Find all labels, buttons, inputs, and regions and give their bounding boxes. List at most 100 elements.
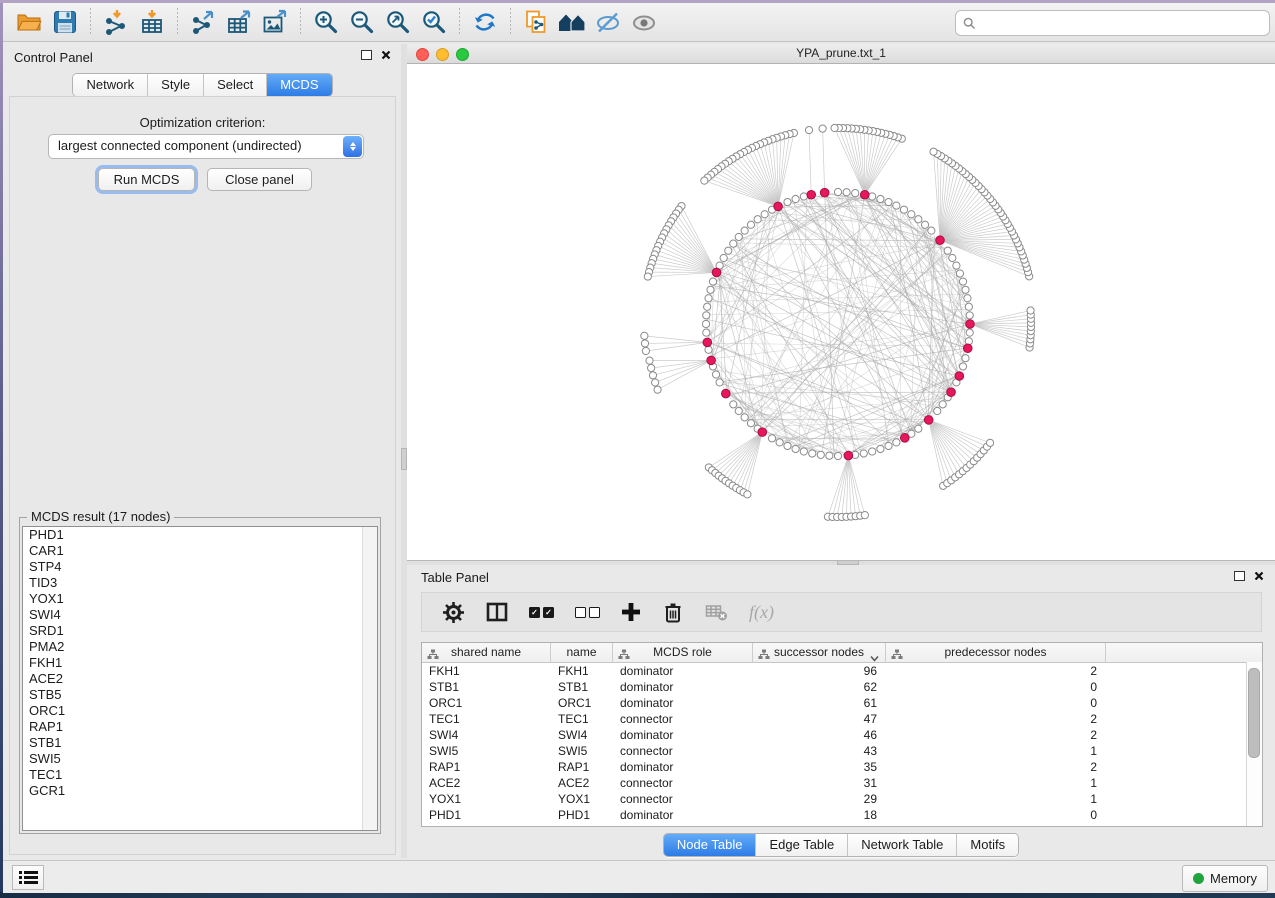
mcds-result-item[interactable]: STB1 [23, 735, 377, 751]
network-node[interactable] [965, 303, 972, 310]
network-node[interactable] [702, 320, 709, 327]
network-node[interactable] [654, 386, 661, 393]
network-node[interactable] [800, 448, 807, 455]
run-mcds-button[interactable]: Run MCDS [98, 168, 195, 191]
mcds-hub-node[interactable] [860, 190, 869, 199]
mcds-result-item[interactable]: SRD1 [23, 623, 377, 639]
tab-style[interactable]: Style [148, 74, 204, 96]
network-node[interactable] [852, 190, 859, 197]
network-node[interactable] [826, 452, 833, 459]
memory-button[interactable]: Memory [1182, 865, 1268, 892]
mcds-result-list[interactable]: PHD1CAR1STP4TID3YOX1SWI4SRD1PMA2FKH1ACE2… [22, 526, 378, 831]
mcds-result-item[interactable]: ACE2 [23, 671, 377, 687]
search-input[interactable] [981, 15, 1269, 31]
mcds-hub-node[interactable] [936, 236, 945, 245]
table-row[interactable]: TEC1TEC1connector472 [422, 711, 1262, 727]
network-node[interactable] [944, 247, 951, 254]
network-node[interactable] [784, 198, 791, 205]
network-node[interactable] [953, 262, 960, 269]
mcds-result-item[interactable]: STB5 [23, 687, 377, 703]
close-panel-icon[interactable] [1254, 571, 1264, 581]
network-node[interactable] [761, 211, 768, 218]
network-node[interactable] [747, 221, 754, 228]
network-node[interactable] [831, 124, 838, 131]
network-node[interactable] [720, 254, 727, 261]
first-neighbors-icon[interactable] [554, 7, 590, 37]
network-node[interactable] [784, 442, 791, 449]
network-node[interactable] [735, 407, 742, 414]
table-scrollbar[interactable] [1246, 662, 1262, 826]
network-node[interactable] [649, 372, 656, 379]
mcds-hub-node[interactable] [820, 188, 829, 197]
mcds-result-item[interactable]: SWI4 [23, 607, 377, 623]
export-image-icon[interactable] [257, 7, 293, 37]
network-node[interactable] [792, 195, 799, 202]
network-node[interactable] [646, 357, 653, 364]
close-panel-icon[interactable] [381, 50, 391, 60]
tab-select[interactable]: Select [204, 74, 267, 96]
network-node[interactable] [792, 445, 799, 452]
network-node[interactable] [800, 193, 807, 200]
import-network-icon[interactable] [98, 7, 134, 37]
show-graphics-details-icon[interactable] [626, 7, 662, 37]
scrollbar-thumb[interactable] [1248, 668, 1260, 758]
mcds-list-scrollbar[interactable] [362, 527, 377, 830]
mcds-result-item[interactable]: TEC1 [23, 767, 377, 783]
mcds-result-item[interactable]: SWI5 [23, 751, 377, 767]
mcds-result-item[interactable]: STP4 [23, 559, 377, 575]
mcds-result-item[interactable]: PHD1 [23, 527, 377, 543]
mcds-hub-node[interactable] [703, 338, 712, 347]
network-node[interactable] [915, 425, 922, 432]
network-node[interactable] [893, 439, 900, 446]
delete-column-icon[interactable] [662, 601, 684, 624]
network-node[interactable] [648, 364, 655, 371]
network-node[interactable] [934, 407, 941, 414]
network-node[interactable] [809, 450, 816, 457]
node-table[interactable]: shared namenameMCDS rolesuccessor nodesp… [421, 642, 1263, 827]
mcds-hub-node[interactable] [966, 320, 975, 329]
import-table-icon[interactable] [134, 7, 170, 37]
network-search-box[interactable] [955, 10, 1270, 36]
network-node[interactable] [652, 379, 659, 386]
table-settings-icon[interactable] [442, 601, 465, 624]
table-row[interactable]: STB1STB1dominator620 [422, 679, 1262, 695]
column-header-name[interactable]: name [551, 643, 613, 662]
network-node[interactable] [949, 254, 956, 261]
network-node[interactable] [641, 340, 648, 347]
mcds-hub-node[interactable] [758, 428, 767, 437]
column-header-shared-name[interactable]: shared name [422, 643, 551, 662]
mcds-hub-node[interactable] [963, 344, 972, 353]
network-node[interactable] [966, 312, 973, 319]
column-header-successor-nodes[interactable]: successor nodes [753, 643, 886, 662]
network-node[interactable] [834, 188, 841, 195]
network-node[interactable] [877, 445, 884, 452]
zoom-selected-icon[interactable] [416, 7, 452, 37]
tab-mcds[interactable]: MCDS [267, 74, 331, 96]
mcds-result-item[interactable]: CAR1 [23, 543, 377, 559]
mcds-result-item[interactable]: ORC1 [23, 703, 377, 719]
mcds-hub-node[interactable] [955, 372, 964, 381]
network-node[interactable] [962, 355, 969, 362]
float-panel-icon[interactable] [1234, 571, 1245, 581]
duplicate-network-icon[interactable] [518, 7, 554, 37]
network-window-titlebar[interactable]: YPA_prune.txt_1 [407, 44, 1275, 64]
network-node[interactable] [928, 227, 935, 234]
network-node[interactable] [819, 125, 826, 132]
table-row[interactable]: PHD1PHD1dominator180 [422, 807, 1262, 823]
network-node[interactable] [741, 414, 748, 421]
tab-motifs[interactable]: Motifs [957, 834, 1018, 856]
network-node[interactable] [817, 451, 824, 458]
mcds-result-item[interactable]: PMA2 [23, 639, 377, 655]
table-row[interactable]: SWI4SWI4dominator462 [422, 727, 1262, 743]
network-node[interactable] [744, 491, 751, 498]
network-node[interactable] [885, 442, 892, 449]
network-node[interactable] [716, 379, 723, 386]
network-node[interactable] [776, 439, 783, 446]
tab-network-table[interactable]: Network Table [848, 834, 957, 856]
network-node[interactable] [644, 273, 651, 280]
hide-graphics-details-icon[interactable] [590, 7, 626, 37]
table-row[interactable]: RAP1RAP1dominator352 [422, 759, 1262, 775]
network-node[interactable] [747, 420, 754, 427]
network-node[interactable] [921, 221, 928, 228]
mcds-hub-node[interactable] [900, 434, 909, 443]
